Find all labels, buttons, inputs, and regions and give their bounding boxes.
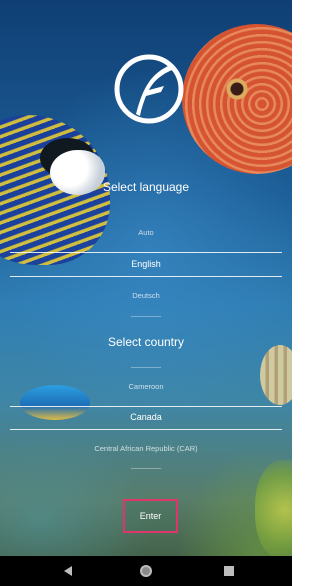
language-divider-top <box>10 252 282 253</box>
country-selected-canada[interactable]: Canada <box>0 412 292 422</box>
system-navigation-bar <box>0 556 292 586</box>
select-country-title: Select country <box>107 335 185 349</box>
language-option-faded <box>131 316 161 317</box>
home-icon[interactable] <box>140 565 152 577</box>
country-divider-top <box>10 406 282 407</box>
app-screen: Select language Auto English Deutsch Sel… <box>0 0 292 586</box>
language-divider-bottom <box>10 276 282 277</box>
enter-button[interactable]: Enter <box>123 499 178 533</box>
select-language-title: Select language <box>102 180 190 194</box>
country-option-central-african-republic[interactable]: Central African Republic (CAR) <box>0 444 292 453</box>
back-icon[interactable] <box>64 566 72 576</box>
language-option-auto[interactable]: Auto <box>0 228 292 237</box>
country-option-cameroon[interactable]: Cameroon <box>0 382 292 391</box>
country-option-faded-top <box>131 367 161 368</box>
language-option-deutsch[interactable]: Deutsch <box>0 291 292 300</box>
language-selected-english[interactable]: English <box>0 259 292 269</box>
recent-apps-icon[interactable] <box>224 566 234 576</box>
small-fish-image <box>260 345 292 405</box>
app-logo-icon <box>114 54 184 124</box>
country-divider-bottom <box>10 429 282 430</box>
country-option-faded-bottom <box>131 468 161 469</box>
